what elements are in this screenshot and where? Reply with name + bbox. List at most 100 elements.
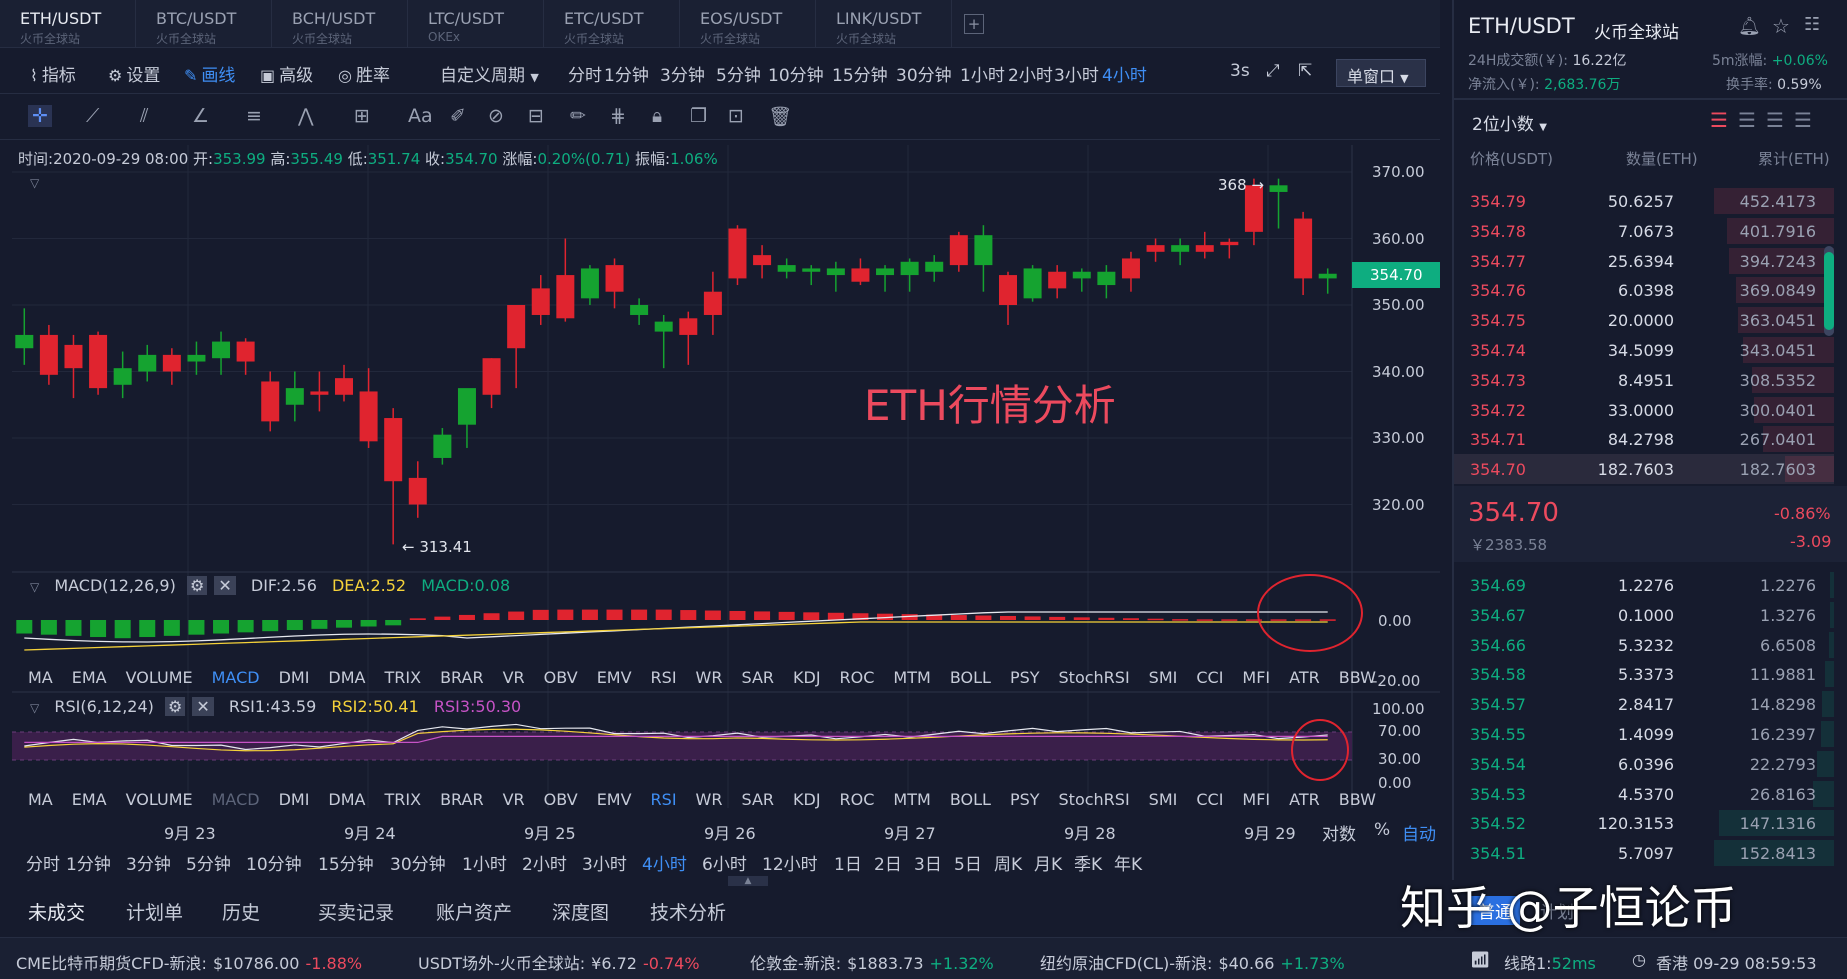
- ind-dmi[interactable]: DMI: [279, 668, 310, 687]
- ask-row[interactable]: 354.71 84.2798 267.0401: [1454, 424, 1834, 454]
- bottom-tab-4[interactable]: 账户资产: [436, 898, 512, 925]
- bottom-tab-6[interactable]: 技术分析: [650, 898, 726, 925]
- ind-mtm[interactable]: MTM: [893, 668, 930, 687]
- log-scale-toggle[interactable]: 对数: [1322, 820, 1356, 845]
- ind-roc[interactable]: ROC: [840, 790, 875, 809]
- ind-mfi[interactable]: MFI: [1242, 790, 1270, 809]
- ind-rsi[interactable]: RSI: [651, 668, 677, 687]
- bottom-period-8[interactable]: 2小时: [522, 850, 567, 875]
- bid-row[interactable]: 354.54 6.0396 22.2793: [1454, 749, 1834, 779]
- gear-icon[interactable]: ⚙: [164, 697, 186, 716]
- bottom-period-6[interactable]: 30分钟: [390, 850, 446, 875]
- ind-bbw[interactable]: BBW: [1339, 790, 1376, 809]
- ask-row[interactable]: 354.78 7.0673 401.7916: [1454, 216, 1834, 246]
- bottom-period-13[interactable]: 1日: [834, 850, 862, 875]
- percent-scale-toggle[interactable]: %: [1374, 820, 1390, 840]
- bid-row[interactable]: 354.51 5.7097 152.8413: [1454, 838, 1834, 868]
- bottom-period-12[interactable]: 12小时: [762, 850, 818, 875]
- ask-row[interactable]: 354.75 20.0000 363.0451: [1454, 305, 1834, 335]
- bottom-period-7[interactable]: 1小时: [462, 850, 507, 875]
- ind-dma[interactable]: DMA: [328, 668, 365, 687]
- ind-ema[interactable]: EMA: [72, 790, 107, 809]
- ticker-item[interactable]: USDT场外-火币全球站: ¥6.72 -0.74%: [418, 950, 700, 974]
- ind-rsi[interactable]: RSI: [651, 790, 677, 809]
- ind-obv[interactable]: OBV: [544, 790, 578, 809]
- ask-row[interactable]: 354.77 25.6394 394.7243: [1454, 246, 1834, 276]
- ind-vr[interactable]: VR: [503, 668, 525, 687]
- bottom-period-3[interactable]: 5分钟: [186, 850, 231, 875]
- ind-trix[interactable]: TRIX: [385, 790, 422, 809]
- ask-row[interactable]: 354.73 8.4951 308.5352: [1454, 365, 1834, 395]
- collapse-chevron-icon[interactable]: ▽: [30, 176, 39, 190]
- ind-brar[interactable]: BRAR: [440, 668, 484, 687]
- bottom-period-2[interactable]: 3分钟: [126, 850, 171, 875]
- bottom-tab-0[interactable]: 未成交: [28, 898, 85, 925]
- ind-vr[interactable]: VR: [503, 790, 525, 809]
- bid-row[interactable]: 354.67 0.1000 1.3276: [1454, 600, 1834, 630]
- bid-row[interactable]: 354.55 1.4099 16.2397: [1454, 719, 1834, 749]
- ask-row[interactable]: 354.79 50.6257 452.4173: [1454, 186, 1834, 216]
- bid-row[interactable]: 354.53 4.5370 26.8163: [1454, 779, 1834, 809]
- ind-smi[interactable]: SMI: [1149, 668, 1178, 687]
- scroll-thumb[interactable]: [1824, 252, 1834, 330]
- chevron-down-icon[interactable]: ▽: [30, 580, 39, 594]
- bell-icon[interactable]: 🔔︎: [1738, 16, 1761, 37]
- ind-boll[interactable]: BOLL: [950, 668, 991, 687]
- bottom-period-10[interactable]: 4小时: [642, 850, 687, 875]
- ind-atr[interactable]: ATR: [1289, 790, 1320, 809]
- decimals-dropdown[interactable]: 2位小数 ▼: [1472, 110, 1547, 135]
- bottom-period-17[interactable]: 周K: [994, 850, 1022, 875]
- view-bids-icon[interactable]: ☰: [1738, 108, 1756, 132]
- view-asks-icon[interactable]: ☰: [1766, 108, 1784, 132]
- ind-emv[interactable]: EMV: [597, 668, 632, 687]
- ind-obv[interactable]: OBV: [544, 668, 578, 687]
- ind-brar[interactable]: BRAR: [440, 790, 484, 809]
- ind-volume[interactable]: VOLUME: [126, 790, 193, 809]
- ind-ma[interactable]: MA: [28, 790, 53, 809]
- ind-trix[interactable]: TRIX: [385, 668, 422, 687]
- bottom-period-1[interactable]: 1分钟: [66, 850, 111, 875]
- bottom-period-11[interactable]: 6小时: [702, 850, 747, 875]
- ind-kdj[interactable]: KDJ: [793, 790, 821, 809]
- ind-roc[interactable]: ROC: [840, 668, 875, 687]
- close-icon[interactable]: ✕: [214, 576, 236, 595]
- auto-scale-toggle[interactable]: 自动: [1402, 820, 1436, 845]
- ask-row[interactable]: 354.70 182.7603 182.7603: [1454, 454, 1834, 485]
- ind-emv[interactable]: EMV: [597, 790, 632, 809]
- ind-wr[interactable]: WR: [696, 668, 723, 687]
- bottom-tab-2[interactable]: 历史: [222, 898, 260, 925]
- ind-bbw[interactable]: BBW: [1339, 668, 1376, 687]
- ind-atr[interactable]: ATR: [1289, 668, 1320, 687]
- view-list-icon[interactable]: ☰: [1794, 108, 1812, 132]
- bid-row[interactable]: 354.52 120.3153 147.1316: [1454, 808, 1834, 838]
- ind-sar[interactable]: SAR: [741, 790, 774, 809]
- ticker-item[interactable]: CME比特币期货CFD-新浪: $10786.00 -1.88%: [16, 950, 362, 974]
- bottom-period-19[interactable]: 季K: [1074, 850, 1102, 875]
- ind-macd[interactable]: MACD: [212, 790, 260, 809]
- ind-boll[interactable]: BOLL: [950, 790, 991, 809]
- ask-row[interactable]: 354.74 34.5099 343.0451: [1454, 335, 1834, 365]
- expand-handle-icon[interactable]: ▲: [728, 876, 768, 886]
- ind-ema[interactable]: EMA: [72, 668, 107, 687]
- scroll-track[interactable]: [1824, 246, 1834, 336]
- ask-row[interactable]: 354.76 6.0398 369.0849: [1454, 275, 1834, 305]
- ind-stochrsi[interactable]: StochRSI: [1059, 668, 1130, 687]
- bottom-period-20[interactable]: 年K: [1114, 850, 1142, 875]
- bid-row[interactable]: 354.69 1.2276 1.2276: [1454, 570, 1834, 600]
- chevron-down-icon[interactable]: ▽: [30, 701, 39, 715]
- bid-row[interactable]: 354.58 5.3373 11.9881: [1454, 659, 1834, 689]
- ind-wr[interactable]: WR: [696, 790, 723, 809]
- close-icon[interactable]: ✕: [192, 697, 214, 716]
- ticker-item[interactable]: 伦敦金-新浪: $1883.73 +1.32%: [750, 950, 994, 974]
- bottom-period-5[interactable]: 15分钟: [318, 850, 374, 875]
- bid-row[interactable]: 354.66 5.3232 6.6508: [1454, 630, 1834, 660]
- line-status[interactable]: 线路1:52ms: [1504, 950, 1596, 974]
- bottom-period-4[interactable]: 10分钟: [246, 850, 302, 875]
- ind-smi[interactable]: SMI: [1149, 790, 1178, 809]
- ind-stochrsi[interactable]: StochRSI: [1059, 790, 1130, 809]
- view-both-icon[interactable]: ☰: [1710, 108, 1728, 132]
- ind-psy[interactable]: PSY: [1010, 668, 1040, 687]
- star-icon[interactable]: ☆: [1772, 14, 1790, 38]
- bottom-period-0[interactable]: 分时: [26, 850, 60, 875]
- bottom-period-15[interactable]: 3日: [914, 850, 942, 875]
